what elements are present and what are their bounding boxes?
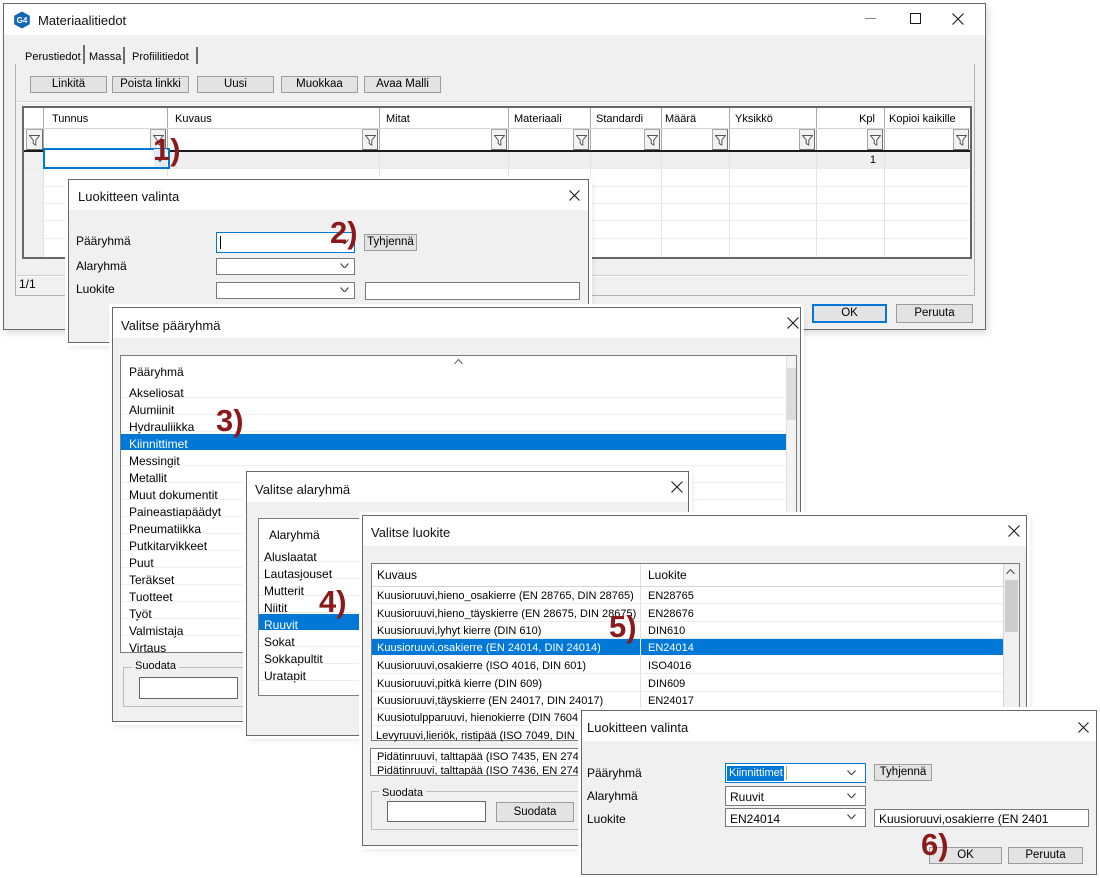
svg-text:G4: G4 (17, 16, 28, 25)
